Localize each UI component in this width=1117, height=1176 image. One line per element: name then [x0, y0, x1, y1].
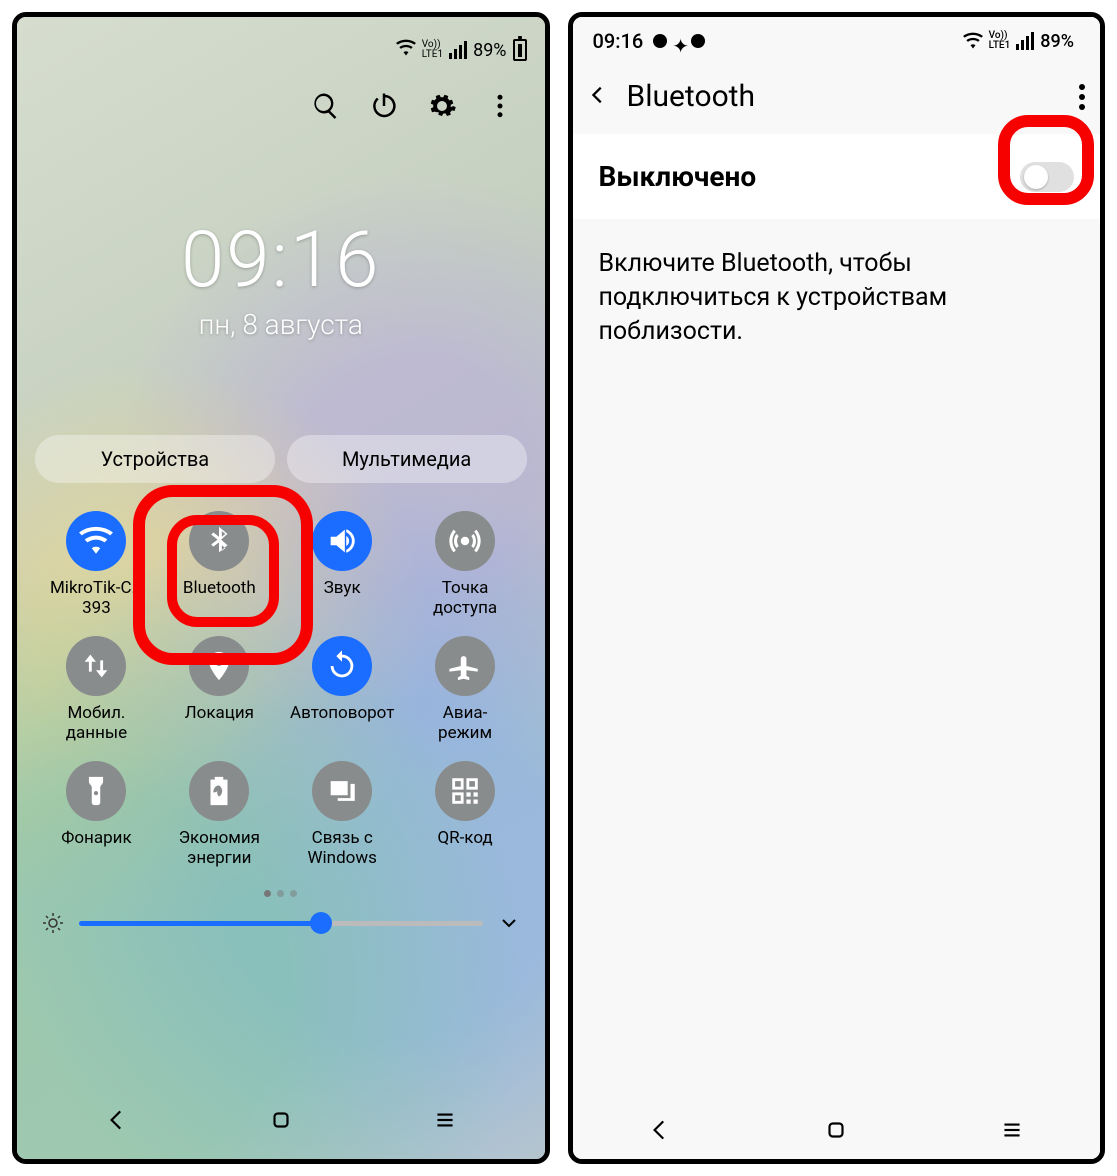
power-icon[interactable] [369, 91, 399, 125]
status-time: 09:16 [593, 29, 644, 53]
lte-indicator: Vo))LTE1 [989, 31, 1011, 51]
settings-gear-icon[interactable] [427, 91, 457, 125]
nav-home-icon[interactable] [823, 1117, 849, 1147]
lte-indicator: Vo))LTE1 [422, 40, 443, 60]
brightness-slider[interactable] [35, 911, 527, 935]
qs-clock: 09:16 пн, 8 августа [35, 215, 527, 341]
tile-label: MikroTik-C… 393 [50, 579, 143, 618]
toggle-label: Выключено [599, 160, 757, 193]
tile-qr[interactable]: QR-код [404, 757, 527, 872]
data-arrows-icon [66, 636, 126, 696]
tile-label: Связь с Windows [307, 829, 376, 868]
clock-time: 09:16 [35, 215, 527, 306]
phone-quick-settings: Vo))LTE1 89% 09:16 пн, 8 августа Устройс… [12, 12, 550, 1164]
phone-bluetooth-settings: 09:16 ✦ Vo))LTE1 89% Bluetooth Выключено… [568, 12, 1106, 1164]
nav-back-icon[interactable] [104, 1107, 130, 1137]
brightness-low-icon [41, 911, 65, 935]
battery-percent: 89% [1040, 31, 1074, 52]
nav-bar [35, 1095, 527, 1149]
highlight-bluetooth-inner [167, 515, 279, 627]
qs-top-actions [35, 65, 527, 125]
status-notif-icons: ✦ [653, 34, 705, 48]
tile-label: Мобил. данные [66, 704, 127, 743]
tile-link-windows[interactable]: Связь с Windows [281, 757, 404, 872]
tile-flashlight[interactable]: Фонарик [35, 757, 158, 872]
tile-label: Звук [324, 579, 361, 599]
signal-icon [449, 41, 467, 59]
search-icon[interactable] [311, 91, 341, 125]
nav-home-icon[interactable] [268, 1107, 294, 1137]
media-pill[interactable]: Мультимедиа [287, 435, 527, 483]
clock-date: пн, 8 августа [35, 308, 527, 341]
devices-pill[interactable]: Устройства [35, 435, 275, 483]
sound-icon [312, 511, 372, 571]
tile-label: Автоповорот [290, 704, 394, 724]
tile-label: Фонарик [61, 829, 131, 849]
status-bar: 09:16 ✦ Vo))LTE1 89% [573, 17, 1101, 57]
nav-bar [573, 1105, 1101, 1159]
more-vert-icon[interactable] [485, 91, 515, 125]
tile-hotspot[interactable]: Точка доступа [404, 507, 527, 622]
tile-airplane[interactable]: Авиа- режим [404, 632, 527, 747]
nav-back-icon[interactable] [647, 1117, 673, 1147]
tile-label: Точка доступа [433, 579, 497, 618]
wifi-icon [66, 511, 126, 571]
hotspot-icon [435, 511, 495, 571]
battery-percent: 89% [473, 40, 506, 61]
nav-recents-icon[interactable] [999, 1117, 1025, 1147]
tile-label: Экономия энергии [179, 829, 260, 868]
airplane-icon [435, 636, 495, 696]
tile-mobile-data[interactable]: Мобил. данные [35, 632, 158, 747]
tile-battery-saver[interactable]: Экономия энергии [158, 757, 281, 872]
signal-icon [1016, 32, 1034, 50]
status-bar: Vo))LTE1 89% [35, 35, 527, 65]
link-windows-icon [312, 761, 372, 821]
battery-icon [513, 39, 527, 61]
wifi-icon [963, 31, 983, 51]
rotate-icon [312, 636, 372, 696]
nav-recents-icon[interactable] [432, 1107, 458, 1137]
back-icon[interactable] [587, 84, 609, 110]
qs-pager[interactable] [35, 890, 527, 897]
qr-icon [435, 761, 495, 821]
tile-label: QR-код [437, 829, 492, 849]
wifi-icon [396, 38, 416, 62]
tile-label: Локация [185, 704, 254, 724]
flashlight-icon [66, 761, 126, 821]
page-title: Bluetooth [627, 79, 1061, 114]
more-vert-icon[interactable] [1078, 84, 1086, 110]
highlight-toggle [998, 115, 1094, 205]
brightness-track[interactable] [79, 921, 483, 926]
bluetooth-hint: Включите Bluetooth, чтобы подключиться к… [573, 219, 1101, 376]
tile-label: Авиа- режим [438, 704, 492, 743]
battery-leaf-icon [189, 761, 249, 821]
brightness-thumb[interactable] [310, 912, 332, 934]
chevron-down-icon[interactable] [497, 911, 521, 935]
